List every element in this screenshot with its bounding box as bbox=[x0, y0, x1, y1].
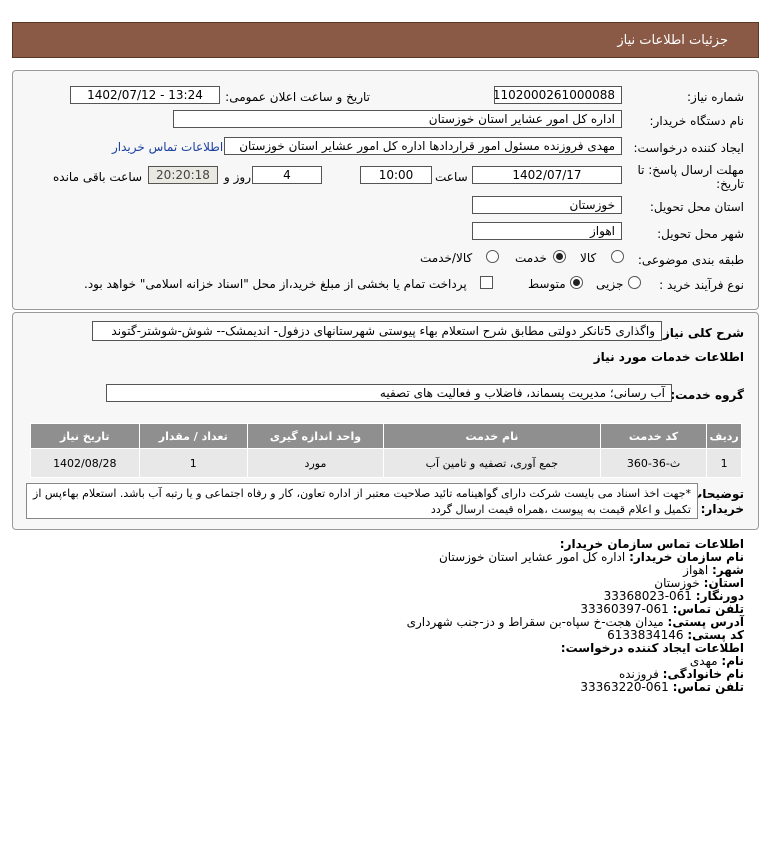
announce-label: تاریخ و ساعت اعلان عمومی: bbox=[225, 90, 370, 104]
process-radio-medium[interactable] bbox=[570, 276, 583, 289]
services-section-title: اطلاعات خدمات مورد نیاز bbox=[593, 350, 744, 364]
time-label: ساعت bbox=[435, 170, 468, 184]
category-option-goods: کالا bbox=[580, 251, 597, 265]
province-field: خوزستان bbox=[472, 196, 622, 214]
remaining-label: ساعت باقی مانده bbox=[53, 170, 143, 184]
buyer-org-field: اداره کل امور عشایر استان خوزستان bbox=[173, 110, 622, 128]
creator-label: ایجاد کننده درخواست: bbox=[633, 141, 744, 155]
page-header: جزئیات اطلاعات نیاز bbox=[12, 22, 759, 58]
category-radio-service[interactable] bbox=[553, 250, 566, 263]
page-title: جزئیات اطلاعات نیاز bbox=[617, 33, 728, 48]
deadline-date-field: 1402/07/17 bbox=[472, 166, 622, 184]
service-group-field: آب رسانی؛ مدیریت پسماند، فاضلاب و فعالیت… bbox=[106, 384, 672, 402]
category-option-service: خدمت bbox=[515, 251, 547, 265]
category-option-goods-service: کالا/خدمت bbox=[420, 251, 473, 265]
deadline-time-field: 10:00 bbox=[360, 166, 432, 184]
table-row: 1 ث-36-360 جمع آوری، تصفیه و تامین آب مو… bbox=[30, 448, 742, 478]
process-radio-minor[interactable] bbox=[628, 276, 641, 289]
cell-quantity: 1 bbox=[138, 448, 249, 478]
days-label: روز و bbox=[224, 170, 251, 184]
deadline-label: مهلت ارسال پاسخ: تا تاریخ: bbox=[637, 163, 744, 191]
col-need-date: تاریخ نیاز bbox=[30, 423, 140, 449]
buyer-org-label: نام دستگاه خریدار: bbox=[649, 114, 745, 128]
process-option-medium: متوسط bbox=[528, 277, 566, 291]
remaining-time-field: 20:20:18 bbox=[148, 166, 218, 184]
col-service-code: کد خدمت bbox=[599, 423, 708, 449]
col-service-name: نام خدمت bbox=[382, 423, 601, 449]
process-label: نوع فرآیند خرید : bbox=[659, 278, 744, 292]
cell-row: 1 bbox=[706, 448, 742, 478]
cell-need-date: 1402/08/28 bbox=[30, 448, 140, 478]
category-radio-goods[interactable] bbox=[611, 250, 624, 263]
need-number-label: شماره نیاز: bbox=[687, 90, 744, 104]
service-group-label: گروه خدمت: bbox=[670, 388, 744, 402]
category-radio-goods-service[interactable] bbox=[486, 250, 499, 263]
city-field: اهواز bbox=[472, 222, 622, 240]
col-row: ردیف bbox=[706, 423, 742, 449]
buyer-notes-field: *جهت اخذ اسناد می بایست شرکت دارای گواهی… bbox=[26, 483, 698, 519]
payment-note: پرداخت تمام یا بخشی از مبلغ خرید،از محل … bbox=[84, 277, 467, 291]
need-number-field: 1102000261000088 bbox=[494, 86, 622, 104]
creator-contact-phone: تلفن تماس: 061-33363220 bbox=[580, 680, 744, 694]
cell-unit: مورد bbox=[247, 448, 384, 478]
summary-field: واگذاری 5تانکر دولتی مطابق شرح استعلام ب… bbox=[92, 321, 662, 341]
services-table: ردیف کد خدمت نام خدمت واحد اندازه گیری ت… bbox=[30, 423, 742, 478]
days-field: 4 bbox=[252, 166, 322, 184]
city-label: شهر محل تحویل: bbox=[657, 227, 744, 241]
category-label: طبقه بندی موضوعی: bbox=[637, 253, 744, 267]
summary-label: شرح کلی نیاز: bbox=[658, 326, 744, 340]
col-quantity: تعداد / مقدار bbox=[138, 423, 249, 449]
creator-field: مهدی فروزنده مسئول امور قراردادها اداره … bbox=[224, 137, 622, 155]
buyer-contact-link[interactable]: اطلاعات تماس خریدار bbox=[112, 140, 223, 154]
cell-service-code: ث-36-360 bbox=[599, 448, 708, 478]
announce-field: 1402/07/12 - 13:24 bbox=[70, 86, 220, 104]
process-option-minor: جزیی bbox=[596, 277, 624, 291]
col-unit: واحد اندازه گیری bbox=[247, 423, 384, 449]
province-label: استان محل تحویل: bbox=[649, 200, 744, 214]
table-header-row: ردیف کد خدمت نام خدمت واحد اندازه گیری ت… bbox=[30, 423, 742, 449]
cell-service-name: جمع آوری، تصفیه و تامین آب bbox=[382, 448, 601, 478]
treasury-payment-checkbox[interactable] bbox=[480, 276, 493, 289]
